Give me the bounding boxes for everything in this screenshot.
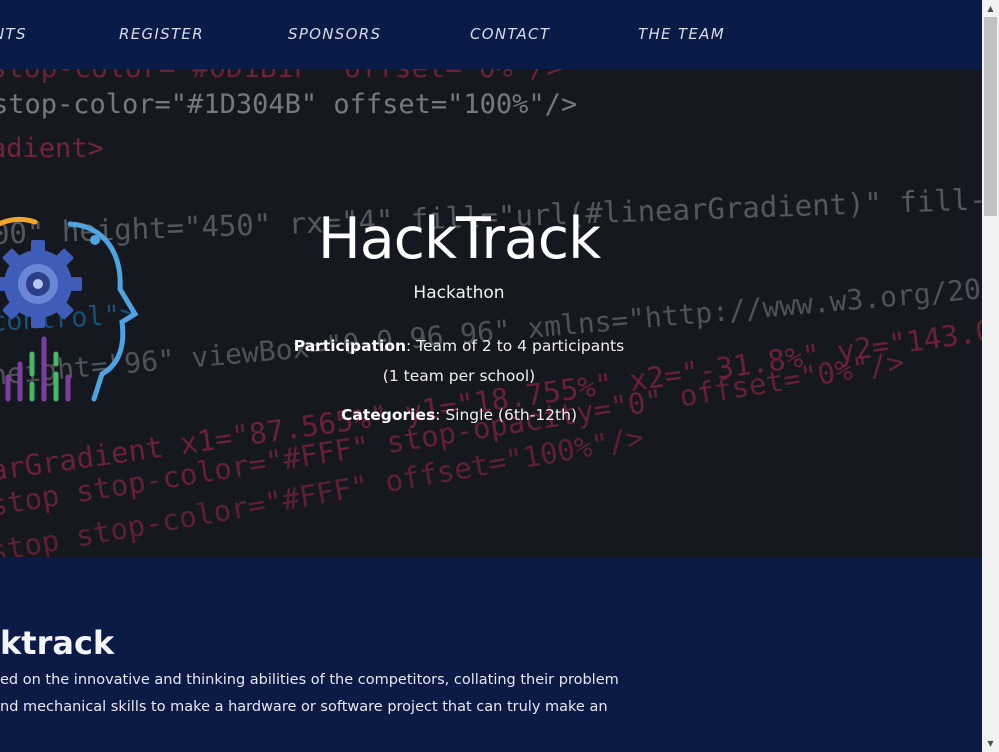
page-viewport: NTS REGISTER SPONSORS CONTACT THE TEAM s…: [0, 0, 982, 752]
hero-subtitle: Hackathon: [413, 283, 505, 303]
nav-item-sponsors[interactable]: SPONSORS: [288, 25, 381, 43]
vertical-scrollbar[interactable]: ▲ ▼: [982, 0, 999, 752]
hero-banner: stop-color="#0D1B1F" offset="0%"/> stop-…: [0, 69, 982, 557]
categories-info: Categories: Single (6th-12th): [0, 404, 918, 426]
nav-item-contact[interactable]: CONTACT: [470, 25, 550, 43]
participation-info: Participation: Team of 2 to 4 participan…: [0, 335, 918, 357]
scroll-up-arrow-icon[interactable]: ▲: [982, 0, 999, 17]
about-section: ktrack ed on the innovative and thinking…: [0, 557, 982, 752]
categories-label: Categories: [340, 406, 436, 424]
about-title: ktrack: [0, 624, 115, 662]
hero-overlay: [0, 69, 982, 557]
nav-item-events[interactable]: NTS: [0, 25, 27, 43]
categories-value: : Single (6th-12th): [435, 406, 577, 424]
participation-note: (1 team per school): [382, 367, 536, 385]
participation-label: Participation: [293, 337, 406, 355]
nav-item-register[interactable]: REGISTER: [119, 25, 204, 43]
about-text-line: ed on the innovative and thinking abilit…: [0, 672, 619, 688]
participation-value: : Team of 2 to 4 participants: [406, 337, 625, 355]
hero-title: HackTrack: [317, 206, 601, 272]
scroll-down-arrow-icon[interactable]: ▼: [982, 735, 999, 752]
scrollbar-thumb[interactable]: [984, 17, 997, 216]
top-navigation: NTS REGISTER SPONSORS CONTACT THE TEAM: [0, 0, 982, 69]
about-text-line: nd mechanical skills to make a hardware …: [0, 699, 608, 715]
nav-item-the-team[interactable]: THE TEAM: [638, 25, 725, 43]
